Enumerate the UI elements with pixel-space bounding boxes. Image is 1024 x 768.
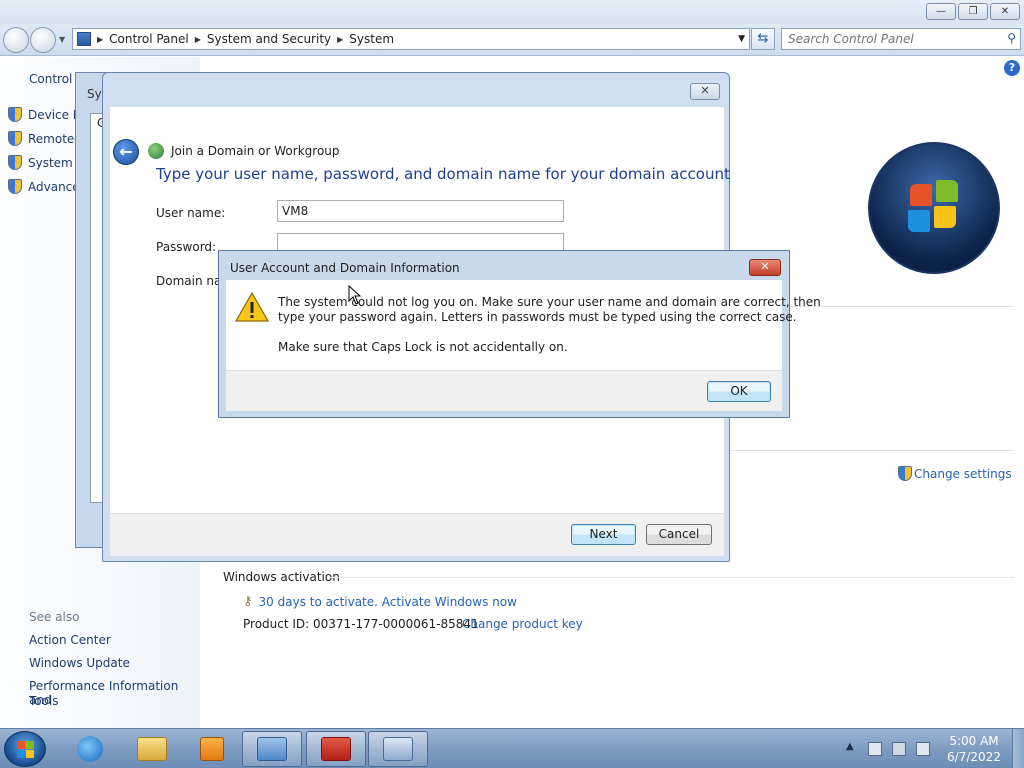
- taskbar-control-panel[interactable]: [242, 731, 302, 767]
- search-icon[interactable]: ⚲: [1007, 31, 1016, 45]
- close-button[interactable]: ✕: [990, 3, 1020, 20]
- system-tray: ▲ 5:00 AM 6/7/2022: [840, 729, 1024, 768]
- start-button[interactable]: [4, 731, 46, 767]
- task-system-protection[interactable]: System p: [8, 155, 84, 170]
- internet-explorer-icon: [77, 736, 103, 762]
- flag-blue: [908, 210, 930, 232]
- show-hidden-icons-button[interactable]: ▲: [846, 741, 854, 752]
- ok-button[interactable]: OK: [707, 381, 771, 402]
- windows-activation-heading: Windows activation: [223, 570, 340, 584]
- minimize-button[interactable]: —: [926, 3, 956, 20]
- clock-date: 6/7/2022: [947, 750, 1001, 764]
- error-message-line2: type your password again. Letters in pas…: [278, 310, 797, 324]
- task-advanced-settings[interactable]: Advance: [8, 179, 80, 194]
- show-desktop-button[interactable]: [1012, 729, 1024, 768]
- uac-shield-icon: [8, 131, 22, 146]
- task-device-manager[interactable]: Device M: [8, 107, 83, 122]
- flag-red: [910, 184, 932, 206]
- flag-green: [936, 180, 958, 202]
- see-also-windows-update[interactable]: Windows Update: [29, 656, 130, 670]
- section-divider: [730, 450, 1014, 451]
- uac-shield-icon: [898, 466, 912, 481]
- address-dropdown-icon[interactable]: ▼: [738, 34, 745, 44]
- taskbar-system-properties[interactable]: [368, 731, 428, 767]
- uac-shield-icon: [8, 179, 22, 194]
- network-globe-icon: [148, 143, 164, 159]
- chevron-right-icon: ▶: [97, 34, 104, 44]
- maximize-button[interactable]: ❐: [958, 3, 988, 20]
- wizard-back-button[interactable]: ←: [113, 139, 139, 165]
- mouse-cursor-icon: [348, 285, 362, 305]
- forward-button[interactable]: [30, 27, 56, 53]
- chevron-right-icon: ▶: [337, 34, 344, 44]
- username-label: User name:: [156, 206, 226, 220]
- error-message-line3: Make sure that Caps Lock is not accident…: [278, 340, 568, 354]
- uac-shield-icon: [8, 155, 22, 170]
- help-icon[interactable]: ?: [1004, 60, 1020, 76]
- clock-time: 5:00 AM: [949, 734, 999, 748]
- password-label: Password:: [156, 240, 217, 254]
- taskbar-toolbox[interactable]: [306, 731, 366, 767]
- error-dialog: User Account and Domain Information ✕ Th…: [218, 250, 821, 418]
- windows-logo: [868, 142, 1000, 274]
- error-dialog-close-button[interactable]: ✕: [749, 259, 781, 276]
- title-bar: — ❐ ✕: [0, 0, 1024, 24]
- start-flag-blue: [17, 750, 25, 758]
- start-flag-yellow: [26, 750, 34, 758]
- control-panel-icon: [77, 32, 91, 46]
- volume-icon[interactable]: [916, 742, 930, 756]
- start-flag-red: [17, 741, 25, 749]
- toolbox-icon: [321, 737, 351, 761]
- breadcrumb-control-panel[interactable]: Control Panel: [105, 32, 193, 46]
- error-dialog-body: The system could not log you on. Make su…: [226, 280, 821, 411]
- refresh-button[interactable]: ⇆: [751, 28, 775, 50]
- see-also-heading: See also: [29, 610, 80, 624]
- search-box[interactable]: ⚲: [781, 28, 1021, 50]
- flag-yellow: [934, 206, 956, 228]
- breadcrumb-system-and-security[interactable]: System and Security: [203, 32, 335, 46]
- section-divider: [330, 577, 1014, 578]
- clock[interactable]: 5:00 AM 6/7/2022: [942, 733, 1006, 765]
- search-input[interactable]: [782, 29, 992, 49]
- uac-shield-icon: [8, 107, 22, 122]
- recent-pages-icon[interactable]: ▼: [59, 35, 65, 44]
- media-player-icon: [200, 737, 224, 761]
- control-panel-icon: [257, 737, 287, 761]
- keys-icon: ⚷: [243, 594, 253, 609]
- taskbar-windows-explorer[interactable]: [122, 731, 182, 767]
- warning-icon: [235, 292, 269, 322]
- join-dialog-title: Join a Domain or Workgroup: [148, 143, 340, 159]
- action-center-flag-icon[interactable]: [868, 742, 882, 756]
- navigation-bar: ▼ ▶ Control Panel ▶ System and Security …: [0, 24, 1024, 56]
- start-flag-green: [26, 741, 34, 749]
- error-dialog-title: User Account and Domain Information: [230, 261, 460, 275]
- breadcrumb-system[interactable]: System: [345, 32, 398, 46]
- activate-windows-link[interactable]: ⚷ 30 days to activate. Activate Windows …: [243, 594, 517, 609]
- change-product-key-link[interactable]: Change product key: [462, 617, 583, 631]
- username-field[interactable]: [277, 200, 564, 222]
- refresh-icon: ⇆: [757, 31, 769, 46]
- chevron-right-icon: ▶: [194, 34, 201, 44]
- product-id-label: Product ID: 00371-177-0000061-85841: [243, 617, 479, 631]
- error-dialog-footer: OK: [226, 370, 782, 411]
- folder-icon: [137, 737, 167, 761]
- task-remote-settings[interactable]: Remote s: [8, 131, 84, 146]
- taskbar-internet-explorer[interactable]: [60, 731, 120, 767]
- taskbar: ▲ 5:00 AM 6/7/2022: [0, 728, 1024, 768]
- change-settings-link[interactable]: Change settings: [898, 466, 1012, 481]
- address-bar[interactable]: ▶ Control Panel ▶ System and Security ▶ …: [72, 28, 750, 50]
- back-button[interactable]: [3, 27, 29, 53]
- next-button[interactable]: Next: [571, 524, 636, 545]
- join-dialog-footer: Next Cancel: [110, 513, 724, 556]
- taskbar-media-player[interactable]: [182, 731, 242, 767]
- cancel-button[interactable]: Cancel: [646, 524, 712, 545]
- computer-icon: [383, 737, 413, 761]
- join-dialog-close-button[interactable]: ✕: [690, 83, 720, 100]
- network-icon[interactable]: [892, 742, 906, 756]
- see-also-performance-tools[interactable]: Tools: [29, 694, 59, 708]
- join-dialog-heading: Type your user name, password, and domai…: [156, 165, 730, 183]
- see-also-action-center[interactable]: Action Center: [29, 633, 111, 647]
